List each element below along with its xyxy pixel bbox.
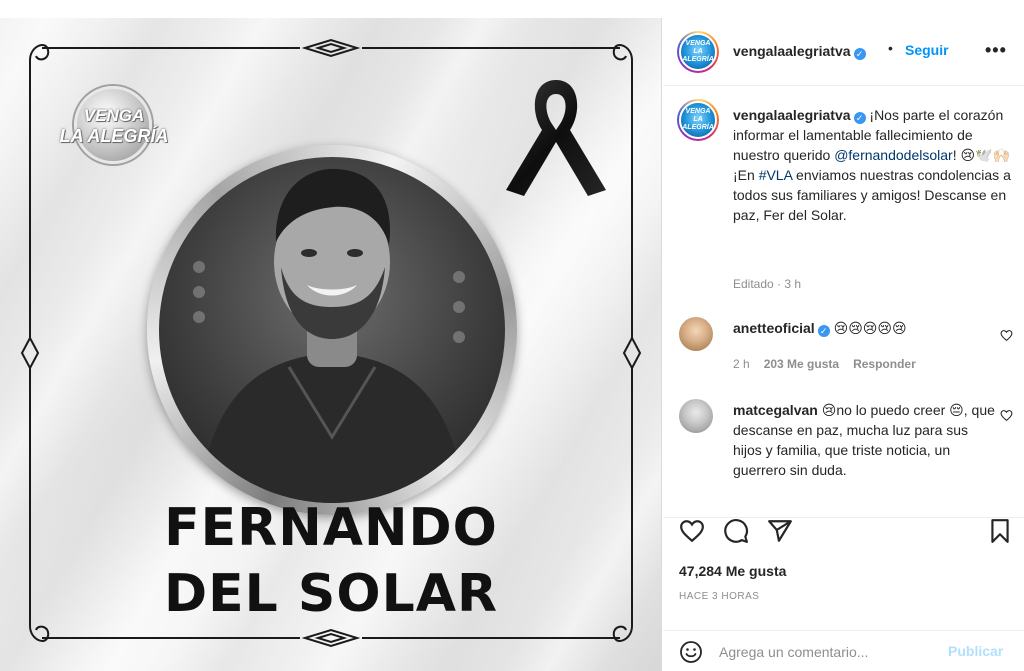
- comment-avatar[interactable]: [679, 399, 713, 433]
- likes-count[interactable]: 47,284 Me gusta: [679, 563, 786, 579]
- share-icon[interactable]: [767, 518, 793, 544]
- portrait-frame: [147, 145, 517, 515]
- verified-badge-icon: ✓: [853, 48, 866, 60]
- caption-username[interactable]: vengalaalegriatva: [733, 107, 851, 123]
- comments-section[interactable]: VENGA LA ALEGRÍA vengalaalegriatva ✓ ¡Nos …: [663, 87, 1024, 517]
- caption-avatar[interactable]: VENGA LA ALEGRÍA: [677, 99, 719, 141]
- like-heart-icon[interactable]: [679, 518, 705, 544]
- separator-dot: •: [888, 40, 893, 56]
- name-title-line2: DEL SOLAR: [164, 564, 498, 624]
- mourning-ribbon-icon: [506, 80, 606, 196]
- post-time-ago: HACE 3 HORAS: [679, 591, 760, 602]
- comment-meta: 2 h 203 Me gusta Responder: [733, 357, 916, 371]
- save-bookmark-icon[interactable]: [987, 518, 1013, 544]
- comment-input[interactable]: [719, 641, 939, 663]
- logo-text-line2: LA ALEGRÍA: [59, 126, 169, 146]
- avatar-logo: VENGA LA ALEGRÍA: [679, 101, 717, 139]
- portrait-photo: [159, 157, 505, 503]
- post-actions: 47,284 Me gusta HACE 3 HORAS Publicar: [663, 517, 1024, 671]
- comment-likes[interactable]: 203 Me gusta: [764, 357, 839, 371]
- header-username[interactable]: vengalaalegriatva ✓: [733, 43, 866, 60]
- comment-icon[interactable]: [723, 518, 749, 544]
- avatar-logo: VENGA LA ALEGRÍA: [679, 33, 717, 71]
- comment-username[interactable]: matcegalvan: [733, 402, 818, 418]
- venga-la-alegria-logo: VENGA LA ALEGRÍA: [58, 84, 170, 164]
- comment-time: 2 h: [733, 357, 750, 371]
- add-comment-bar: Publicar: [663, 630, 1024, 671]
- logo-text-line1: VENGA: [83, 106, 145, 125]
- comment-item: matcegalvan 😢no lo puedo creer 😔, que de…: [733, 400, 995, 480]
- caption-body-3: ¡En: [733, 167, 759, 183]
- emoji-smiley-icon[interactable]: [679, 640, 703, 664]
- caption-body-2: ! 😢🕊️🙌🏻: [952, 147, 1010, 163]
- follow-button[interactable]: Seguir: [905, 42, 949, 58]
- comment-item: anetteoficial ✓ 😢😢😢😢😢: [733, 318, 995, 338]
- reply-button[interactable]: Responder: [853, 357, 916, 371]
- comment-avatar[interactable]: [679, 317, 713, 351]
- caption-edited-time: Editado · 3 h: [733, 277, 802, 291]
- like-comment-heart-icon[interactable]: [1000, 409, 1013, 422]
- account-avatar[interactable]: VENGA LA ALEGRÍA: [677, 31, 719, 73]
- comment-body: 😢😢😢😢😢: [833, 320, 907, 336]
- like-comment-heart-icon[interactable]: [1000, 329, 1013, 342]
- publish-button[interactable]: Publicar: [948, 643, 1003, 659]
- person-silhouette: [193, 168, 465, 503]
- post-side-panel: VENGA LA ALEGRÍA vengalaalegriatva ✓ • Seg…: [663, 18, 1024, 671]
- name-title-line1: FERNANDO: [164, 498, 498, 558]
- mention-link[interactable]: @fernandodelsolar: [834, 147, 953, 163]
- more-options-icon[interactable]: •••: [985, 40, 1007, 61]
- post-header: VENGA LA ALEGRÍA vengalaalegriatva ✓ • Seg…: [663, 18, 1024, 86]
- header-username-text: vengalaalegriatva: [733, 43, 851, 59]
- verified-badge-icon: ✓: [817, 325, 830, 337]
- verified-badge-icon: ✓: [853, 112, 866, 124]
- post-image[interactable]: VENGA LA ALEGRÍA FERNANDO DEL SOLAR: [0, 18, 662, 671]
- hashtag-link[interactable]: #VLA: [759, 167, 792, 183]
- comment-username[interactable]: anetteoficial: [733, 320, 815, 336]
- caption-text: vengalaalegriatva ✓ ¡Nos parte el corazón…: [733, 105, 1011, 225]
